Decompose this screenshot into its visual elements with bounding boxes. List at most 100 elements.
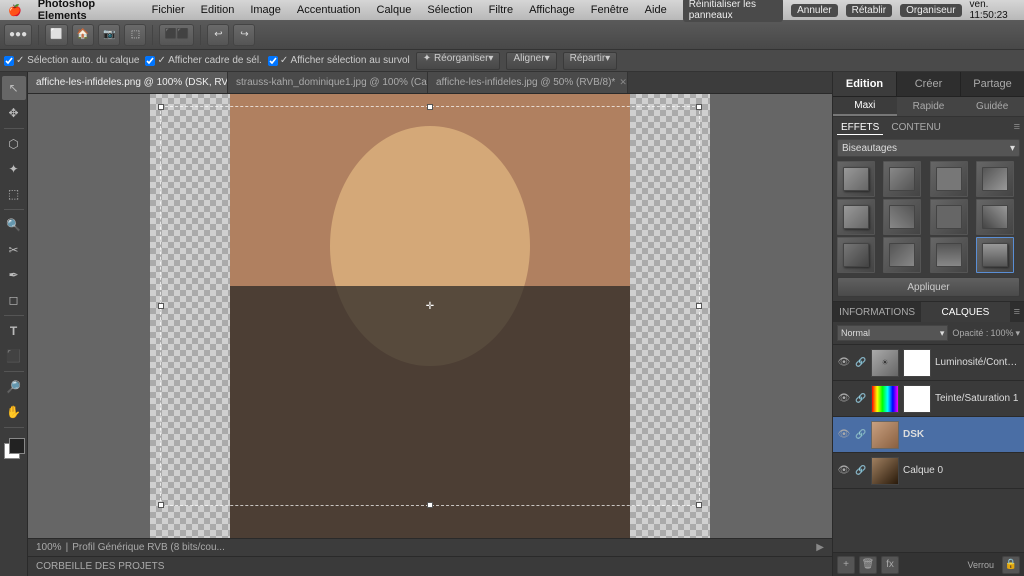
afficher-cadre-check[interactable]: ✓ Afficher cadre de sél. bbox=[145, 55, 261, 66]
tool-shape[interactable]: ⬛ bbox=[2, 344, 26, 368]
effect-10[interactable] bbox=[930, 237, 968, 273]
repartir-btn[interactable]: Répartir▾ bbox=[563, 52, 618, 70]
panel-subtab-guidee[interactable]: Guidée bbox=[960, 97, 1024, 116]
panel-tab-creer[interactable]: Créer bbox=[897, 72, 961, 96]
effects-menu-icon[interactable]: ≡ bbox=[1014, 121, 1020, 135]
toolbar-btn-2[interactable]: ⬜ bbox=[45, 24, 67, 46]
layers-tab-calques[interactable]: CALQUES bbox=[921, 302, 1009, 322]
apply-button[interactable]: Appliquer bbox=[837, 277, 1020, 297]
menu-edition[interactable]: Edition bbox=[201, 4, 235, 16]
tool-lasso[interactable]: ⬡ bbox=[2, 132, 26, 156]
tab-1[interactable]: strauss-kahn_dominique1.jpg @ 100% (Calq… bbox=[228, 72, 428, 94]
effect-4[interactable] bbox=[837, 199, 875, 235]
apple-menu[interactable]: 🍎 bbox=[8, 4, 22, 17]
layer-link-2[interactable]: 🔗 bbox=[855, 429, 867, 441]
layer-link-1[interactable]: 🔗 bbox=[855, 393, 867, 405]
tool-eyedropper[interactable]: 🔍 bbox=[2, 213, 26, 237]
tab-0[interactable]: affiche-les-infideles.png @ 100% (DSK, R… bbox=[28, 72, 228, 94]
tool-move[interactable]: ✥ bbox=[2, 101, 26, 125]
tool-magic-wand[interactable]: ✦ bbox=[2, 157, 26, 181]
menu-calque[interactable]: Calque bbox=[377, 4, 412, 16]
layers-tab-info[interactable]: INFORMATIONS bbox=[833, 302, 921, 322]
tool-select[interactable]: ↖ bbox=[2, 76, 26, 100]
effect-11[interactable] bbox=[976, 237, 1014, 273]
blend-mode-select[interactable]: Normal ▾ bbox=[837, 325, 948, 341]
tool-eraser[interactable]: ◻ bbox=[2, 288, 26, 312]
menu-image[interactable]: Image bbox=[250, 4, 281, 16]
tool-brush[interactable]: ✒ bbox=[2, 263, 26, 287]
panel-tab-partage[interactable]: Partage bbox=[961, 72, 1024, 96]
organiseur-btn[interactable]: Organiseur bbox=[900, 4, 961, 17]
foreground-color[interactable] bbox=[9, 438, 25, 454]
scroll-right-btn[interactable]: ▶ bbox=[816, 542, 824, 553]
reinit-panneaux-btn[interactable]: Réinitialiser les panneaux bbox=[683, 0, 783, 22]
menu-aide[interactable]: Aide bbox=[645, 4, 667, 16]
toolbar-btn-8[interactable]: ↪ bbox=[233, 24, 255, 46]
layer-eye-0[interactable]: 👁 bbox=[837, 356, 851, 370]
layer-eye-3[interactable]: 👁 bbox=[837, 464, 851, 478]
effect-2[interactable] bbox=[930, 161, 968, 197]
layer-eye-1[interactable]: 👁 bbox=[837, 392, 851, 406]
tab-2[interactable]: affiche-les-infideles.jpg @ 50% (RVB/8)*… bbox=[428, 72, 628, 94]
effect-inner-1 bbox=[889, 167, 915, 191]
layer-eye-2[interactable]: 👁 bbox=[837, 428, 851, 442]
tool-zoom[interactable]: 🔎 bbox=[2, 375, 26, 399]
toolbar-btn-1[interactable]: ●●● bbox=[4, 24, 32, 46]
effect-inner-7 bbox=[982, 205, 1008, 229]
new-layer-btn[interactable]: + bbox=[837, 556, 855, 574]
toolbar-btn-4[interactable]: 📷 bbox=[98, 24, 120, 46]
menu-fenetre[interactable]: Fenêtre bbox=[591, 4, 629, 16]
effect-5[interactable] bbox=[883, 199, 921, 235]
toolbar-btn-5[interactable]: ⬚ bbox=[124, 24, 146, 46]
canvas-wrapper[interactable]: ✛ bbox=[28, 94, 832, 538]
effect-7[interactable] bbox=[976, 199, 1014, 235]
opacity-value[interactable]: 100% bbox=[990, 328, 1013, 338]
tool-crop[interactable]: ⬚ bbox=[2, 182, 26, 206]
effect-8[interactable] bbox=[837, 237, 875, 273]
aligner-btn[interactable]: Aligner▾ bbox=[506, 52, 556, 70]
tool-hand[interactable]: ✋ bbox=[2, 400, 26, 424]
effects-tab-contenu[interactable]: CONTENU bbox=[887, 121, 944, 135]
effect-0[interactable] bbox=[837, 161, 875, 197]
layer-link-3[interactable]: 🔗 bbox=[855, 465, 867, 477]
layer-link-0[interactable]: 🔗 bbox=[855, 357, 867, 369]
tool-healing[interactable]: ✂ bbox=[2, 238, 26, 262]
delete-layer-btn[interactable]: 🗑 bbox=[859, 556, 877, 574]
reorganiser-btn[interactable]: ✦ Réorganiser▾ bbox=[416, 52, 501, 70]
menu-accentuation[interactable]: Accentuation bbox=[297, 4, 361, 16]
effects-tab-effets[interactable]: EFFETS bbox=[837, 121, 883, 135]
menu-filtre[interactable]: Filtre bbox=[489, 4, 513, 16]
afficher-survol-check[interactable]: ✓ Afficher sélection au survol bbox=[268, 55, 410, 66]
effect-6[interactable] bbox=[930, 199, 968, 235]
menu-bar: 🍎 Photoshop Elements Fichier Edition Ima… bbox=[0, 0, 1024, 20]
selection-auto-check[interactable]: ✓ Sélection auto. du calque bbox=[4, 55, 139, 66]
panel-subtab-rapide[interactable]: Rapide bbox=[897, 97, 961, 116]
layer-item-1[interactable]: 👁 🔗 Teinte/Saturation 1 bbox=[833, 381, 1024, 417]
toolbar-btn-7[interactable]: ↩ bbox=[207, 24, 229, 46]
tab-2-close[interactable]: ✕ bbox=[619, 77, 627, 88]
fx-layer-btn[interactable]: fx bbox=[881, 556, 899, 574]
menu-affichage[interactable]: Affichage bbox=[529, 4, 575, 16]
layers-menu-icon[interactable]: ≡ bbox=[1010, 306, 1024, 318]
tool-text[interactable]: T bbox=[2, 319, 26, 343]
opacity-chevron[interactable]: ▾ bbox=[1015, 328, 1020, 339]
toolbar-btn-3[interactable]: 🏠 bbox=[72, 24, 94, 46]
panel-tab-edition[interactable]: Edition bbox=[833, 72, 897, 96]
retablir-btn[interactable]: Rétablir bbox=[846, 4, 892, 17]
layer-item-2[interactable]: 👁 🔗 DSK bbox=[833, 417, 1024, 453]
layer-item-0[interactable]: 👁 🔗 ☀ Luminosité/Contraste 1 bbox=[833, 345, 1024, 381]
chevron-down-icon: ▾ bbox=[1010, 143, 1015, 154]
effects-dropdown[interactable]: Biseautages ▾ bbox=[837, 139, 1020, 157]
menu-selection[interactable]: Sélection bbox=[427, 4, 472, 16]
menu-fichier[interactable]: Fichier bbox=[152, 4, 185, 16]
effects-grid bbox=[837, 161, 1020, 273]
effect-9[interactable] bbox=[883, 237, 921, 273]
effect-3[interactable] bbox=[976, 161, 1014, 197]
toolbar-btn-6[interactable]: ⬛⬛ bbox=[159, 24, 194, 46]
panel-subtab-maxi[interactable]: Maxi bbox=[833, 97, 897, 116]
sep4 bbox=[4, 371, 24, 372]
lock-btn[interactable]: 🔒 bbox=[1002, 556, 1020, 574]
effect-1[interactable] bbox=[883, 161, 921, 197]
layer-item-3[interactable]: 👁 🔗 Calque 0 bbox=[833, 453, 1024, 489]
annuler-btn[interactable]: Annuler bbox=[791, 4, 837, 17]
